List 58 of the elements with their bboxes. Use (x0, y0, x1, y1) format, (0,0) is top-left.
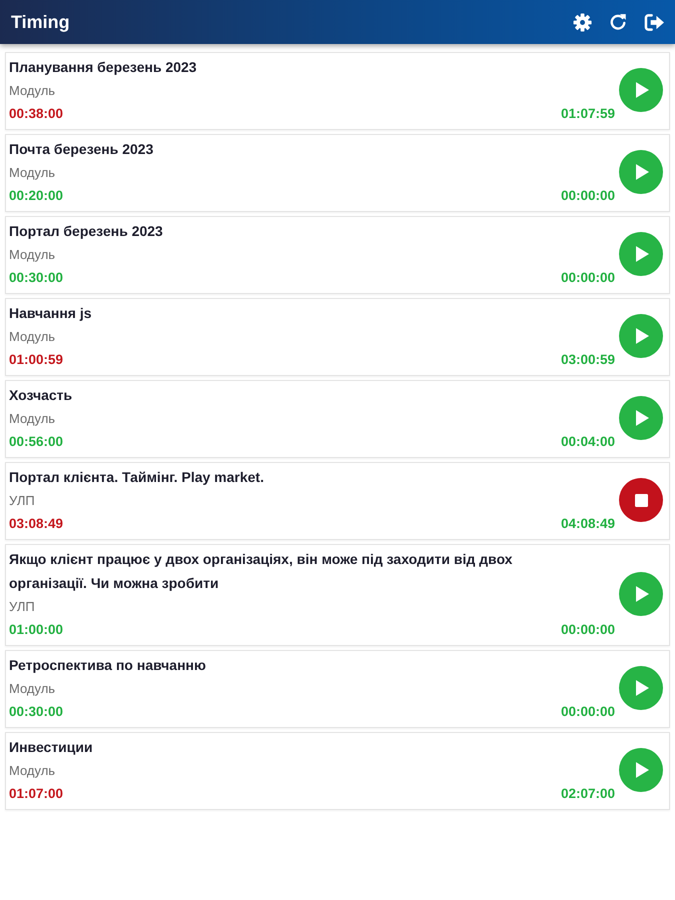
time-total: 03:00:59 (560, 351, 615, 369)
module-label: УЛП (9, 492, 36, 510)
time-total: 00:00:00 (560, 703, 615, 721)
stop-icon (634, 494, 648, 506)
play-button[interactable] (619, 150, 663, 194)
play-icon (636, 680, 649, 696)
task-title: Почта березень 2023 (9, 140, 154, 159)
play-icon (636, 328, 649, 344)
module-label: Модуль (9, 82, 56, 100)
time-spent: 00:56:00 (9, 433, 64, 451)
play-button[interactable] (619, 396, 663, 440)
module-label: Модуль (9, 762, 56, 780)
task-title: Портал клієнта. Таймінг. Play market. (9, 468, 265, 487)
play-button[interactable] (619, 314, 663, 358)
play-icon (636, 586, 649, 602)
time-spent: 00:38:00 (9, 105, 64, 123)
module-label: Модуль (9, 680, 56, 698)
time-total: 01:07:59 (560, 105, 615, 123)
play-icon (636, 410, 649, 426)
task-title: Портал березень 2023 (9, 222, 164, 241)
time-spent: 03:08:49 (9, 515, 64, 533)
task-title: Навчання js (9, 304, 93, 323)
time-total: 04:08:49 (560, 515, 615, 533)
module-label: Модуль (9, 410, 56, 428)
time-spent: 01:07:00 (9, 785, 64, 803)
play-button[interactable] (619, 572, 663, 616)
refresh-icon[interactable] (609, 13, 627, 31)
module-label: Модуль (9, 328, 56, 346)
time-spent: 00:30:00 (9, 269, 64, 287)
task-title: Хозчасть (9, 386, 74, 405)
stop-button[interactable] (619, 478, 663, 522)
module-label: УЛП (9, 598, 36, 616)
time-total: 00:00:00 (560, 269, 615, 287)
logout-icon[interactable] (644, 12, 665, 32)
play-button[interactable] (619, 666, 663, 710)
time-spent: 01:00:00 (9, 621, 64, 639)
play-icon (636, 762, 649, 778)
play-button[interactable] (619, 68, 663, 112)
time-spent: 00:30:00 (9, 703, 64, 721)
play-icon (636, 246, 649, 262)
play-button[interactable] (619, 748, 663, 792)
time-total: 02:07:00 (560, 785, 615, 803)
time-total: 00:04:00 (560, 433, 615, 451)
time-total: 00:00:00 (560, 187, 615, 205)
play-icon (636, 164, 649, 180)
task-title: Якщо клієнт працює у двох організаціях, він може під заходити від двох організації. Чи можна зробити (9, 550, 514, 593)
time-spent: 00:20:00 (9, 187, 64, 205)
module-label: Модуль (9, 164, 56, 182)
task-title: Инвестиции (9, 738, 94, 757)
task-title: Планування березень 2023 (9, 58, 198, 77)
app-title: Timing (11, 12, 70, 32)
time-spent: 01:00:59 (9, 351, 64, 369)
module-label: Модуль (9, 246, 56, 264)
play-icon (636, 82, 649, 98)
settings-icon[interactable] (573, 12, 592, 32)
play-button[interactable] (619, 232, 663, 276)
time-total: 00:00:00 (560, 621, 615, 639)
task-title: Ретроспектива по навчанню (9, 656, 207, 675)
